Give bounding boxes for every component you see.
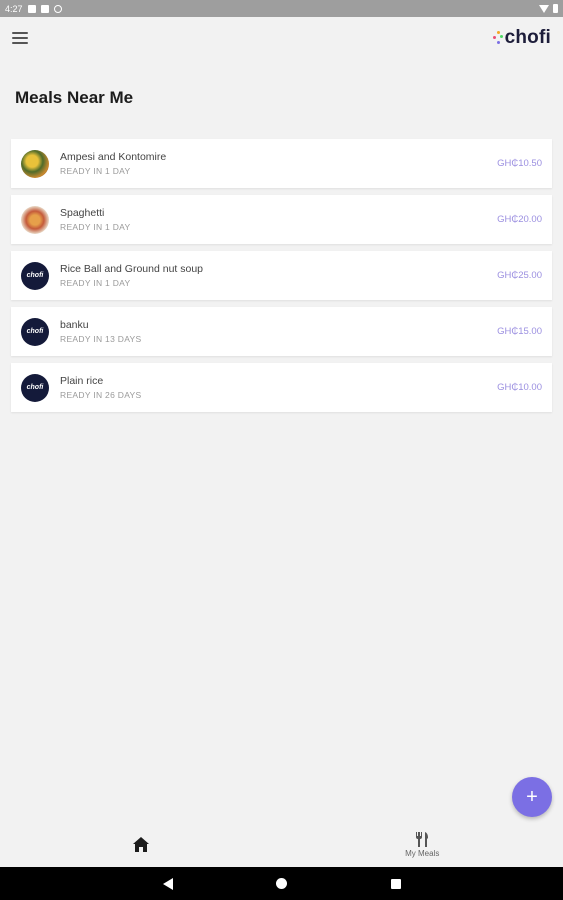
add-meal-button[interactable]: + <box>512 777 552 817</box>
battery-icon <box>553 4 558 13</box>
home-icon <box>132 837 149 852</box>
meal-card[interactable]: chofi Rice Ball and Ground nut soup READ… <box>11 251 552 300</box>
wifi-icon <box>539 4 549 13</box>
meal-avatar <box>21 149 49 178</box>
meal-card[interactable]: Spaghetti READY IN 1 DAY GH₵20.00 <box>11 195 552 244</box>
logo-text: chofi <box>504 27 551 48</box>
nav-item-home[interactable] <box>0 822 282 867</box>
sync-icon <box>53 4 62 13</box>
meal-price: GH₵10.50 <box>497 158 542 169</box>
back-icon <box>162 877 173 890</box>
status-time: 4:27 <box>5 3 23 14</box>
meal-name: Rice Ball and Ground nut soup <box>60 263 204 275</box>
meal-card[interactable]: Ampesi and Kontomire READY IN 1 DAY GH₵1… <box>11 139 552 188</box>
meal-card[interactable]: chofi banku READY IN 13 DAYS GH₵15.00 <box>11 307 552 356</box>
system-nav-bar <box>0 867 563 900</box>
chofi-logo-avatar: chofi <box>21 261 49 290</box>
meal-ready-time: READY IN 13 DAYS <box>60 334 142 344</box>
notification-icon <box>27 4 36 13</box>
home-circle-icon <box>276 878 287 889</box>
app-logo: chofi <box>492 27 551 49</box>
menu-icon[interactable] <box>12 32 28 44</box>
bottom-nav: My Meals <box>0 822 563 867</box>
recents-button[interactable] <box>339 878 453 889</box>
plus-icon: + <box>526 785 538 808</box>
sim-icon <box>40 4 49 13</box>
nav-item-my-meals[interactable]: My Meals <box>282 822 563 867</box>
meal-price: GH₵15.00 <box>497 326 542 337</box>
meal-price: GH₵10.00 <box>497 382 542 393</box>
back-button[interactable] <box>111 877 225 890</box>
meal-name: banku <box>60 319 89 331</box>
status-bar: 4:27 <box>0 0 563 17</box>
utensils-icon <box>416 832 429 847</box>
page-title: Meals Near Me <box>15 88 134 107</box>
meal-name: Spaghetti <box>60 207 105 219</box>
meal-ready-time: READY IN 26 DAYS <box>60 390 142 400</box>
logo-dots-icon <box>492 29 503 47</box>
meal-ready-time: READY IN 1 DAY <box>60 278 131 288</box>
meal-ready-time: READY IN 1 DAY <box>60 166 131 176</box>
meal-ready-time: READY IN 1 DAY <box>60 222 131 232</box>
meal-card[interactable]: chofi Plain rice READY IN 26 DAYS GH₵10.… <box>11 363 552 412</box>
meal-name: Plain rice <box>60 375 104 387</box>
meal-list: Ampesi and Kontomire READY IN 1 DAY GH₵1… <box>11 139 552 419</box>
recents-icon <box>390 878 401 889</box>
home-button[interactable] <box>225 878 339 889</box>
meal-price: GH₵20.00 <box>497 214 542 225</box>
app-bar: chofi <box>0 17 563 59</box>
meal-name: Ampesi and Kontomire <box>60 151 167 163</box>
meal-avatar <box>21 205 49 234</box>
chofi-logo-avatar: chofi <box>21 317 49 346</box>
meal-price: GH₵25.00 <box>497 270 542 281</box>
nav-label-my-meals: My Meals <box>405 849 440 858</box>
chofi-logo-avatar: chofi <box>21 373 49 402</box>
